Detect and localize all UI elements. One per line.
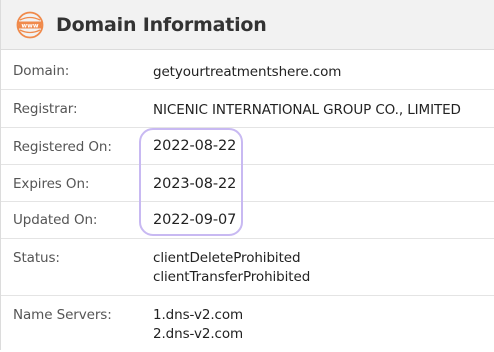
expires-on-label: Expires On: [13,176,90,192]
registrar-label: Registrar: [13,101,78,117]
status-value-2: clientTransferProhibited [153,269,311,285]
name-server-1: 1.dns-v2.com [153,307,244,323]
domain-value: getyourtreatmentshere.com [153,64,342,80]
registrar-row: Registrar: NICENIC INTERNATIONAL GROUP C… [1,90,494,128]
updated-on-row: Updated On: 2022-09-07 [1,202,494,239]
domain-info-card: www Domain Information Domain: getyourtr… [0,0,494,350]
registered-on-row: Registered On: 2022-08-22 [1,128,494,165]
domain-label: Domain: [13,63,70,79]
dates-highlight-box [139,128,243,236]
status-label: Status: [13,250,60,266]
expires-on-row: Expires On: 2023-08-22 [1,165,494,202]
card-header: www Domain Information [1,0,494,50]
status-row: Status: clientDeleteProhibited clientTra… [1,239,494,296]
domain-row: Domain: getyourtreatmentshere.com [1,50,494,90]
registrar-value: NICENIC INTERNATIONAL GROUP CO., LIMITED [153,102,461,118]
registered-on-label: Registered On: [13,139,112,155]
updated-on-label: Updated On: [13,212,98,228]
logo-text: www [21,22,38,29]
name-servers-label: Name Servers: [13,307,112,323]
name-servers-row: Name Servers: 1.dns-v2.com 2.dns-v2.com [1,296,494,352]
status-value-1: clientDeleteProhibited [153,250,301,266]
card-title: Domain Information [56,13,267,36]
name-server-2: 2.dns-v2.com [153,326,244,342]
www-globe-icon: www [16,11,44,38]
